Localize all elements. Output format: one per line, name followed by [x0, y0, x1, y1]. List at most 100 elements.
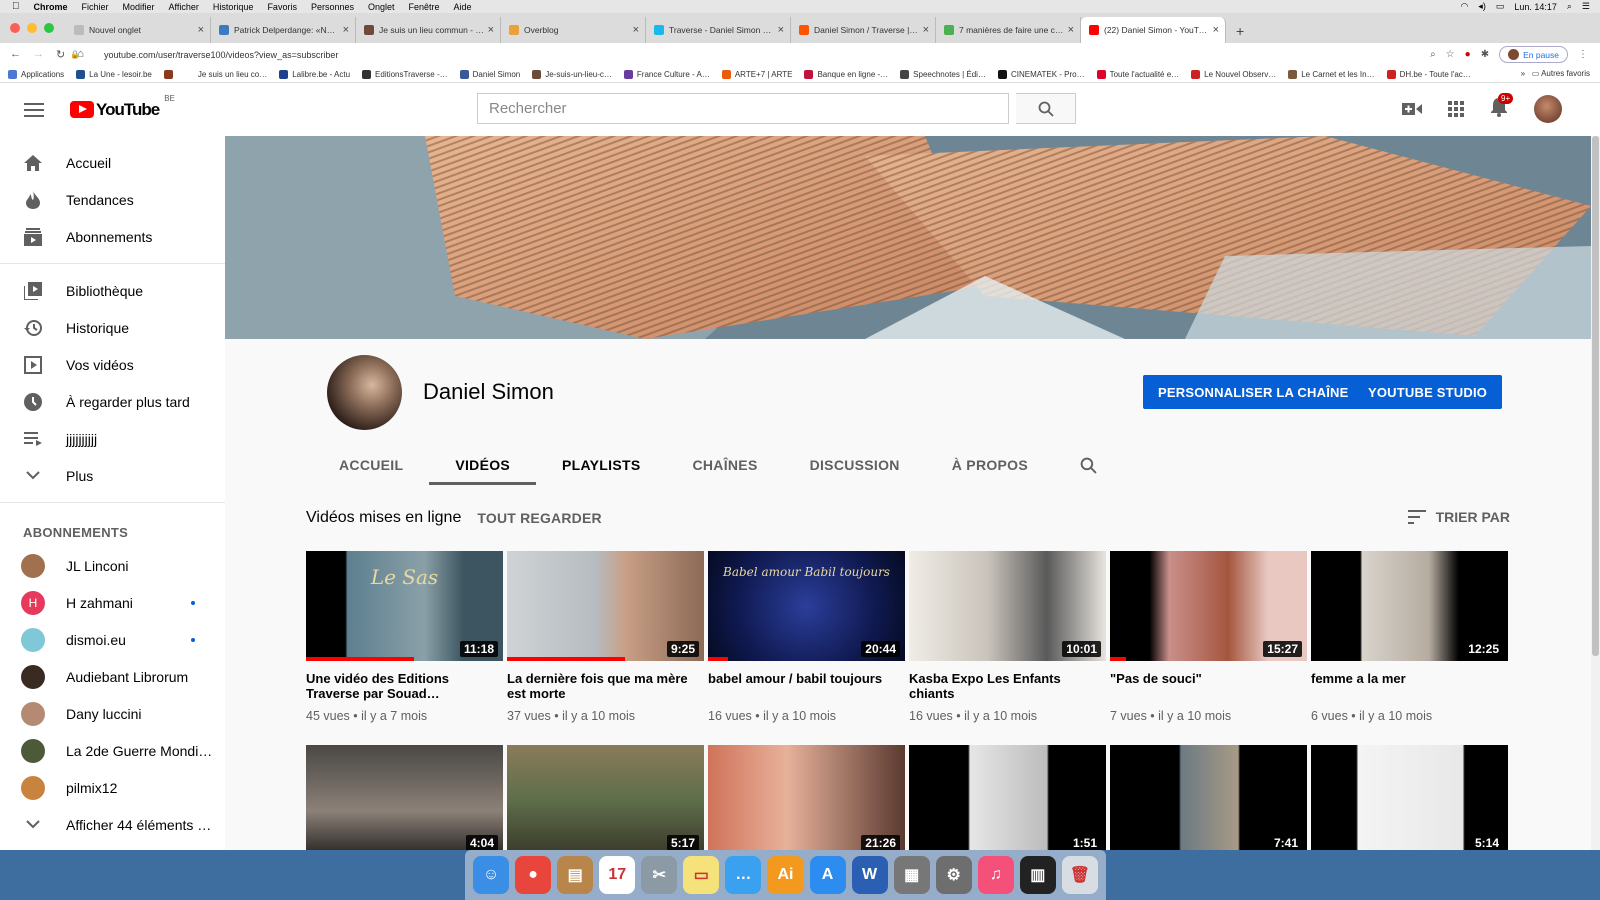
- illustrator-icon[interactable]: Ai: [767, 856, 804, 894]
- notifications-button[interactable]: 9+: [1490, 92, 1514, 122]
- search-input[interactable]: Rechercher: [477, 93, 1009, 124]
- preview-icon[interactable]: ✂: [641, 856, 678, 894]
- piano-icon[interactable]: ▥: [1019, 856, 1056, 894]
- tab-videos[interactable]: VIDÉOS: [429, 445, 536, 485]
- menubar-clock[interactable]: Lun. 14:17: [1514, 2, 1557, 12]
- menu-afficher[interactable]: Afficher: [169, 2, 199, 12]
- video-card[interactable]: 5:17: [507, 745, 704, 850]
- word-icon[interactable]: W: [851, 856, 888, 894]
- close-tab-icon[interactable]: ×: [488, 24, 494, 36]
- play-all-button[interactable]: TOUT REGARDER: [477, 510, 601, 526]
- video-thumbnail[interactable]: 12:25: [1311, 551, 1508, 661]
- sidebar-item-abonnements[interactable]: Abonnements: [0, 218, 225, 255]
- forward-icon[interactable]: →: [33, 48, 44, 61]
- video-thumbnail[interactable]: 10:01: [909, 551, 1106, 661]
- bookmark-item[interactable]: Le Nouvel Observ…: [1191, 69, 1276, 79]
- page-scrollbar[interactable]: [1591, 136, 1600, 850]
- video-card[interactable]: 10:01 Kasba Expo Les Enfants chiants 16 vu…: [909, 551, 1106, 723]
- browser-tab[interactable]: (22) Daniel Simon - YouTube ×: [1081, 17, 1226, 43]
- browser-tab[interactable]: Nouvel onglet ×: [66, 17, 211, 43]
- spotlight-icon[interactable]: ⌕: [1567, 1, 1572, 12]
- search-button[interactable]: [1016, 93, 1076, 124]
- menu-modifier[interactable]: Modifier: [123, 2, 155, 12]
- bookmark-item[interactable]: France Culture - A…: [623, 69, 710, 79]
- menu-historique[interactable]: Historique: [213, 2, 254, 12]
- tab-chaines[interactable]: CHAÎNES: [666, 445, 783, 485]
- bookmark-item[interactable]: Daniel Simon: [459, 69, 520, 79]
- wifi-icon[interactable]: ◠: [1460, 1, 1468, 12]
- extensions-puzzle-icon[interactable]: ✱: [1481, 49, 1489, 60]
- subscription-item[interactable]: Audiebant Librorum: [0, 658, 225, 695]
- url-field[interactable]: youtube.com/user/traverse100/videos?view…: [104, 50, 338, 60]
- apps-grid-icon[interactable]: [1448, 101, 1464, 117]
- volume-icon[interactable]: ◂): [1478, 1, 1486, 12]
- bookmark-item[interactable]: Toute l'actualité e…: [1096, 69, 1179, 79]
- youtube-logo[interactable]: YouTube BE: [70, 94, 175, 120]
- video-card[interactable]: 5:14: [1311, 745, 1508, 850]
- chrome-menu-icon[interactable]: ⋮: [1578, 49, 1588, 60]
- profile-pause-button[interactable]: En pause: [1499, 46, 1568, 63]
- menu-onglet[interactable]: Onglet: [368, 2, 395, 12]
- other-bookmarks[interactable]: » ▭ Autres favoris: [1521, 69, 1590, 78]
- menu-aide[interactable]: Aide: [454, 2, 472, 12]
- video-card[interactable]: 9:25 La dernière fois que ma mère est mor…: [507, 551, 704, 723]
- tab-a-propos[interactable]: À PROPOS: [926, 445, 1054, 485]
- video-card[interactable]: 7:41: [1110, 745, 1307, 850]
- create-video-icon[interactable]: [1402, 102, 1422, 116]
- zoom-window-button[interactable]: [44, 23, 54, 33]
- sidebar-item-accueil[interactable]: Accueil: [0, 144, 225, 181]
- bookmark-item[interactable]: La Une - lesoir.be: [76, 69, 152, 79]
- channel-search-button[interactable]: [1054, 445, 1123, 485]
- tab-playlists[interactable]: PLAYLISTS: [536, 445, 666, 485]
- subscription-item[interactable]: dismoi.eu: [0, 621, 225, 658]
- calendar-icon[interactable]: 17: [599, 856, 636, 894]
- video-title[interactable]: La dernière fois que ma mère est morte: [507, 671, 704, 701]
- tab-discussion[interactable]: DISCUSSION: [784, 445, 926, 485]
- bookmark-item[interactable]: CINEMATEK - Pro…: [997, 69, 1085, 79]
- new-tab-button[interactable]: +: [1226, 23, 1254, 43]
- video-thumbnail[interactable]: Babel amour Babil toujours 20:44: [708, 551, 905, 661]
- sidebar-item-historique[interactable]: Historique: [0, 309, 225, 346]
- menu-chrome[interactable]: Chrome: [34, 2, 68, 12]
- bookmark-item[interactable]: Je-suis-un-lieu-c…: [532, 69, 612, 79]
- lock-icon[interactable]: 🔒: [70, 50, 80, 59]
- video-thumbnail[interactable]: 5:17: [507, 745, 704, 850]
- video-title[interactable]: "Pas de souci": [1110, 671, 1307, 701]
- bookmark-item[interactable]: Lalibre.be - Actu: [279, 69, 350, 79]
- bookmark-item[interactable]: [163, 69, 177, 79]
- video-thumbnail[interactable]: Le Sas 11:18: [306, 551, 503, 661]
- notification-center-icon[interactable]: ☰: [1582, 1, 1590, 12]
- video-thumbnail[interactable]: 9:25: [507, 551, 704, 661]
- menu-personnes[interactable]: Personnes: [311, 2, 354, 12]
- music-icon[interactable]: ♫: [977, 856, 1014, 894]
- finder-icon[interactable]: ☺: [473, 856, 510, 894]
- video-title[interactable]: Une vidéo des Editions Traverse par Soua…: [306, 671, 503, 701]
- extension-icon[interactable]: ●: [1465, 49, 1471, 60]
- browser-tab[interactable]: Overblog ×: [501, 17, 646, 43]
- zoom-icon[interactable]: ⌕: [1430, 49, 1436, 60]
- close-tab-icon[interactable]: ×: [1213, 24, 1219, 36]
- sidebar-item-bibliotheque[interactable]: Bibliothèque: [0, 272, 225, 309]
- bookmark-star-icon[interactable]: ☆: [1446, 49, 1455, 60]
- close-tab-icon[interactable]: ×: [198, 24, 204, 36]
- bookmark-item[interactable]: Banque en ligne -…: [804, 69, 888, 79]
- video-thumbnail[interactable]: 15:27: [1110, 551, 1307, 661]
- reload-icon[interactable]: ↻: [56, 48, 65, 61]
- sidebar-item-tendances[interactable]: Tendances: [0, 181, 225, 218]
- browser-tab[interactable]: Patrick Delperdange: «Nous a… ×: [211, 17, 356, 43]
- close-tab-icon[interactable]: ×: [778, 24, 784, 36]
- messages-icon[interactable]: …: [725, 856, 762, 894]
- system-prefs-icon[interactable]: ⚙: [935, 856, 972, 894]
- calculator-icon[interactable]: ▦: [893, 856, 930, 894]
- sidebar-item-vos-videos[interactable]: Vos vidéos: [0, 346, 225, 383]
- close-tab-icon[interactable]: ×: [1068, 24, 1074, 36]
- customize-channel-button[interactable]: PERSONNALISER LA CHAÎNE: [1143, 375, 1364, 409]
- video-card[interactable]: 1:51: [909, 745, 1106, 850]
- channel-avatar[interactable]: [327, 355, 402, 430]
- apple-icon[interactable]: : [12, 1, 20, 12]
- video-thumbnail[interactable]: 7:41: [1110, 745, 1307, 850]
- back-icon[interactable]: ←: [10, 48, 21, 61]
- browser-tab[interactable]: Daniel Simon / Traverse | Écou… ×: [791, 17, 936, 43]
- bookmark-item[interactable]: Je suis un lieu co…: [184, 69, 267, 79]
- video-card[interactable]: 12:25 femme a la mer 6 vues • il y a 10 mo…: [1311, 551, 1508, 723]
